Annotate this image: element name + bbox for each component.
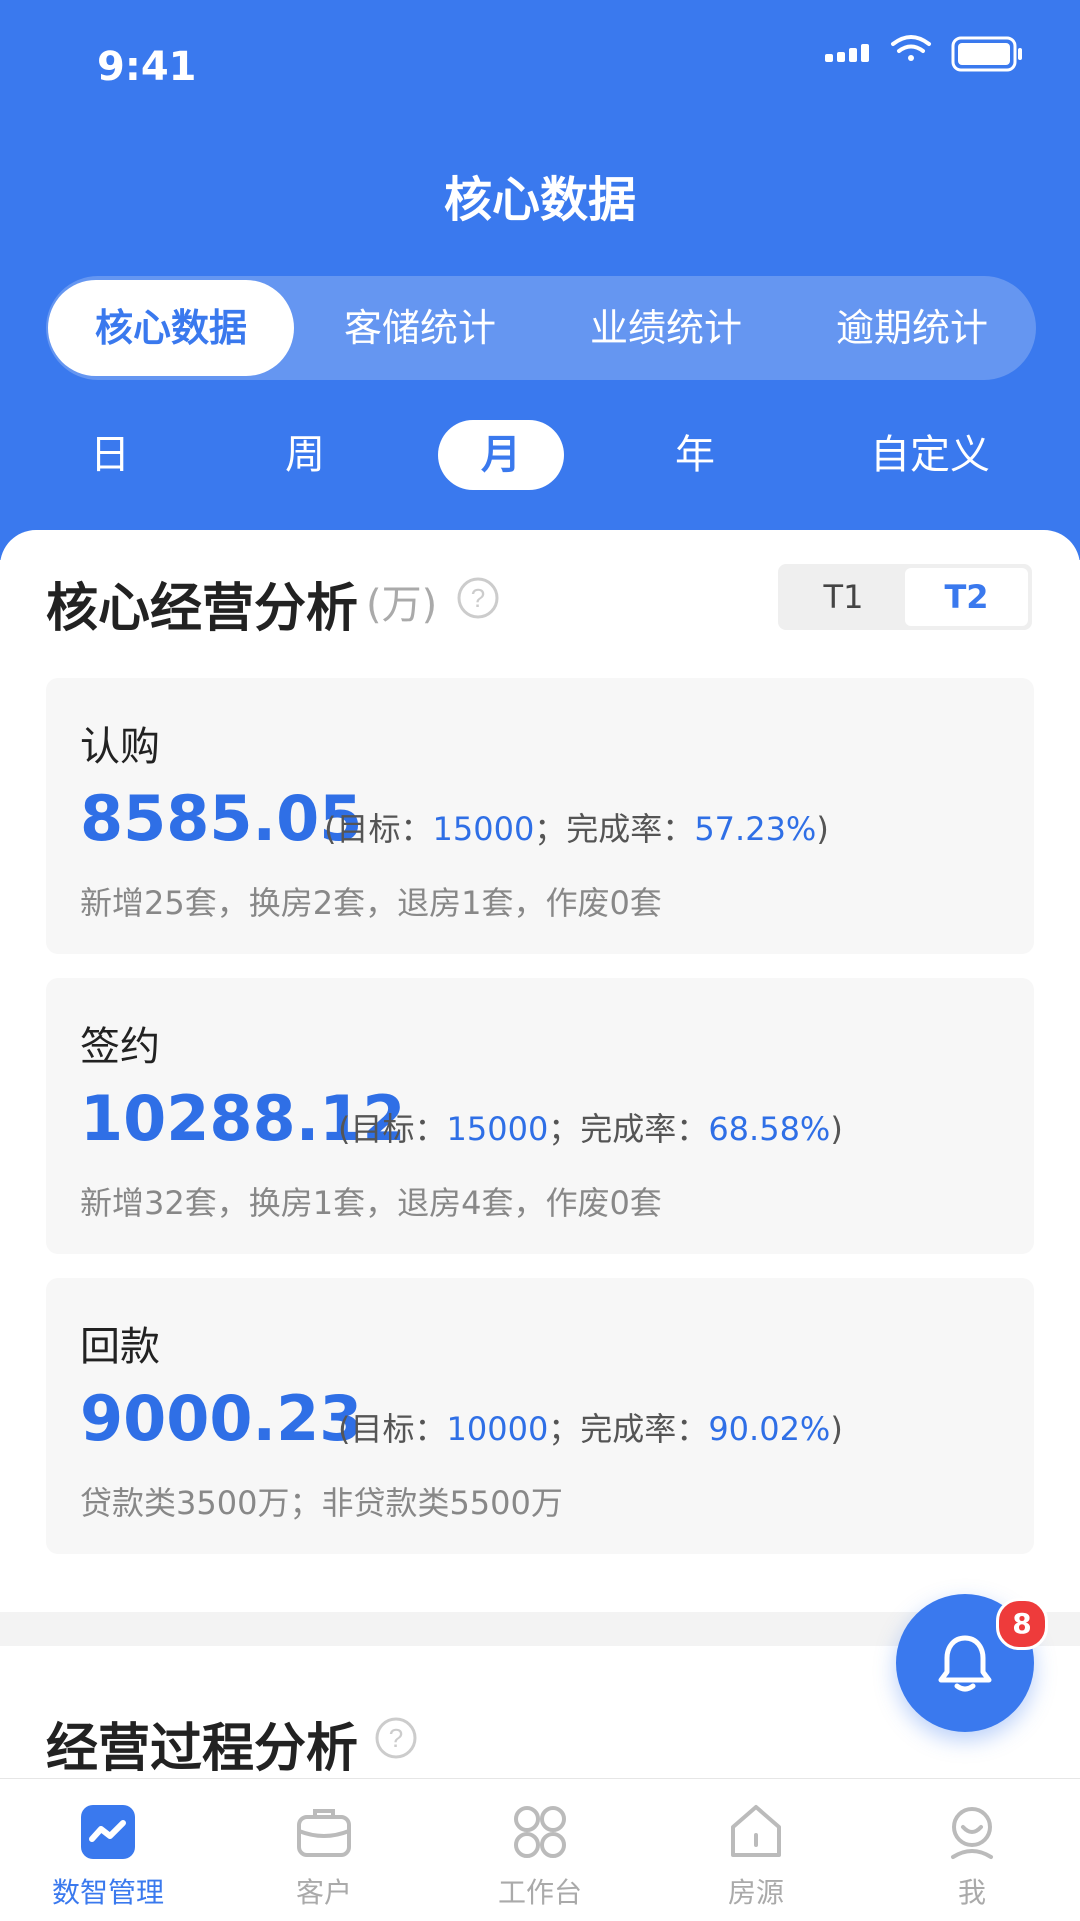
metric-target-rate: (目标：10000；完成率：90.02%) [338,1410,843,1448]
unit-label: (万) [366,582,438,628]
tabbar-item-me[interactable]: 我 [864,1801,1080,1921]
tab-core-data[interactable]: 核心数据 [48,280,294,376]
t-segment-control: T1 T2 [778,564,1032,630]
metric-card-subscription[interactable]: 认购 8585.05 (目标：15000；完成率：57.23%) 新增25套，换… [46,678,1034,954]
tabbar-item-data-management[interactable]: 数智管理 [0,1801,216,1921]
metric-detail: 贷款类3500万；非贷款类5500万 [80,1484,563,1522]
page-title: 核心数据 [443,172,636,228]
header: 9:41 核心数据 核心数据 客储统计 业绩统计 逾期统计 日 周 月 年 自定… [0,0,1080,560]
metric-target-rate: (目标：15000；完成率：68.58%) [338,1110,843,1148]
help-icon[interactable]: ? [374,1716,418,1760]
tabbar-item-customers[interactable]: 客户 [216,1801,432,1921]
tabbar-item-listings[interactable]: 房源 [648,1801,864,1921]
metric-label: 签约 [80,1024,160,1070]
tabbar-label: 客户 [295,1876,352,1909]
tabbar-label: 我 [957,1876,986,1909]
metric-label: 认购 [80,724,160,770]
tab-performance-stats[interactable]: 业绩统计 [546,280,786,376]
grid-icon [514,1806,566,1858]
segment-t1[interactable]: T1 [782,568,905,626]
tabbar-label: 工作台 [497,1876,582,1909]
status-icons [825,35,1022,72]
metric-target: 15000 [446,1110,549,1148]
metric-rate: 68.58% [708,1110,831,1148]
house-icon [731,1805,781,1857]
tab-overdue-stats[interactable]: 逾期统计 [792,280,1032,376]
metric-value: 8585.05 [80,782,363,855]
metric-target: 10000 [446,1410,549,1448]
segment-t2[interactable]: T2 [905,568,1028,626]
tabbar-label: 房源 [727,1876,784,1909]
metric-detail: 新增25套，换房2套，退房1套，作废0套 [80,884,662,922]
tabbar-label: 数智管理 [51,1876,164,1909]
bottom-tabbar: 数智管理 客户 工作台 房源 我 [0,1778,1080,1921]
metric-label: 回款 [80,1324,160,1370]
status-time: 9:41 [97,44,197,90]
signal-icon [825,44,869,62]
wifi-icon [891,35,931,61]
metric-target-rate: (目标：15000；完成率：57.23%) [324,810,829,848]
metric-detail: 新增32套，换房1套，退房4套，作废0套 [80,1184,662,1222]
metric-card-payment[interactable]: 回款 9000.23 (目标：10000；完成率：90.02%) 贷款类3500… [46,1278,1034,1554]
period-month[interactable]: 月 [438,420,564,490]
period-week[interactable]: 周 [255,420,355,490]
category-tabs: 核心数据 客储统计 业绩统计 逾期统计 [46,276,1036,380]
period-year[interactable]: 年 [645,420,745,490]
metric-card-contract[interactable]: 签约 10288.12 (目标：15000；完成率：68.58%) 新增32套，… [46,978,1034,1254]
help-icon[interactable]: ? [456,576,500,620]
metric-value: 9000.23 [80,1382,363,1455]
tabbar-item-workbench[interactable]: 工作台 [432,1801,648,1921]
svg-text:?: ? [389,1723,403,1753]
metric-rate: 57.23% [694,810,817,848]
tab-customer-stats[interactable]: 客储统计 [300,280,540,376]
chart-line-icon [81,1805,135,1859]
user-icon [951,1807,993,1859]
core-section-title: 核心经营分析 [46,579,359,639]
metric-target: 15000 [432,810,535,848]
briefcase-icon [297,1809,351,1857]
period-custom[interactable]: 自定义 [860,420,1000,490]
bell-icon [938,1635,992,1692]
process-section-title: 经营过程分析 [46,1719,359,1779]
period-day[interactable]: 日 [60,420,160,490]
notification-badge: 8 [996,1598,1048,1650]
metric-rate: 90.02% [708,1410,831,1448]
period-selector: 日 周 月 年 自定义 [0,420,1080,490]
svg-text:?: ? [471,583,485,613]
battery-icon [951,36,1022,72]
